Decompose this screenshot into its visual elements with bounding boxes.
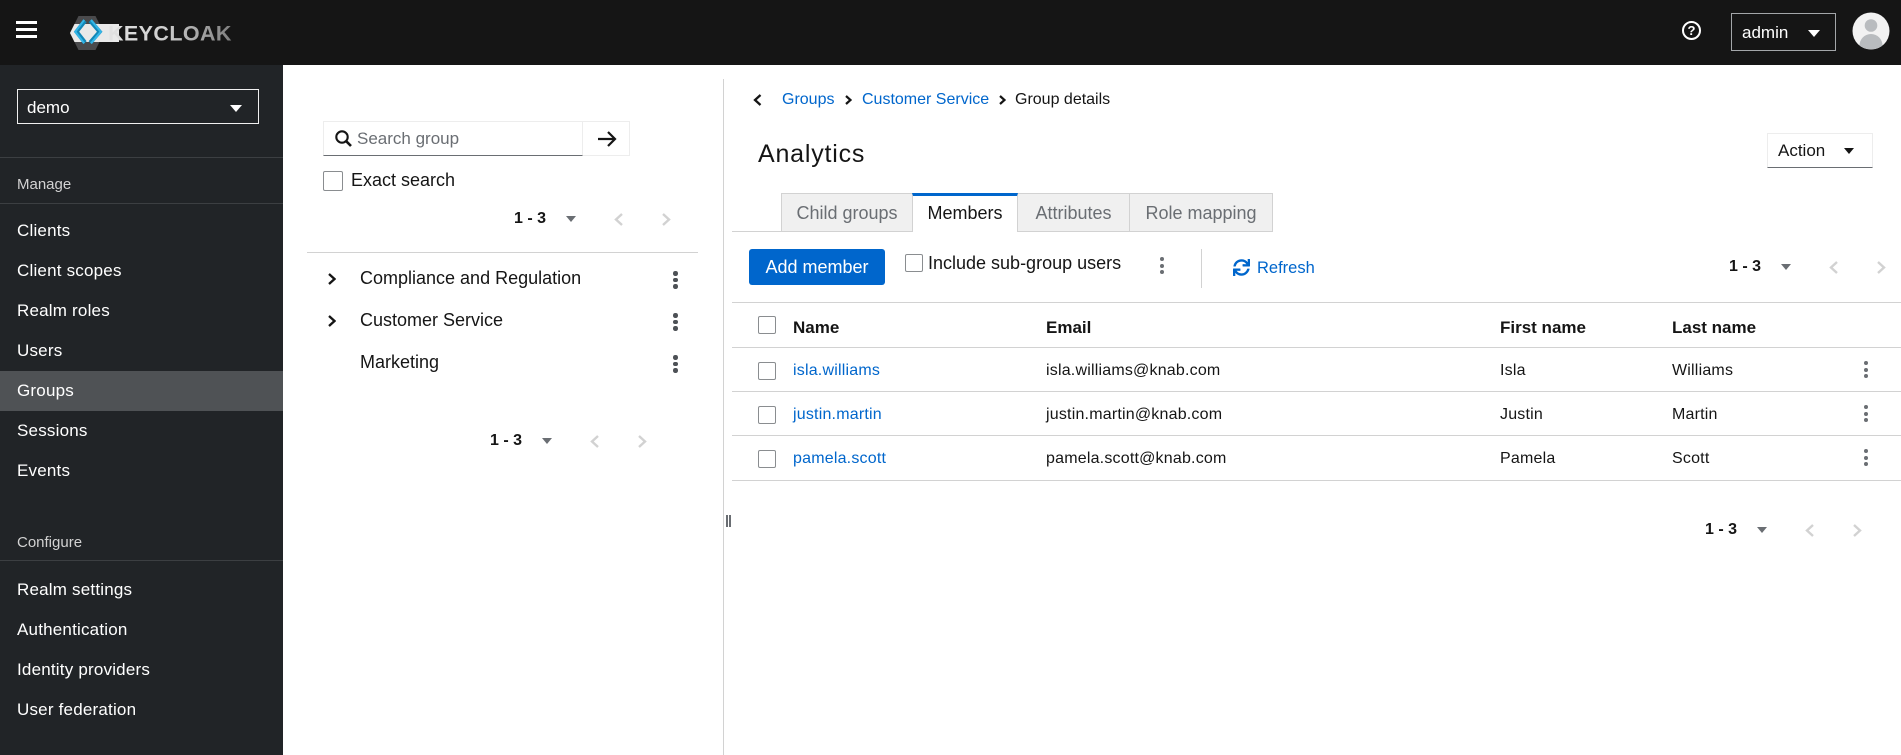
svg-text:KEYCLOAK: KEYCLOAK <box>108 22 232 46</box>
